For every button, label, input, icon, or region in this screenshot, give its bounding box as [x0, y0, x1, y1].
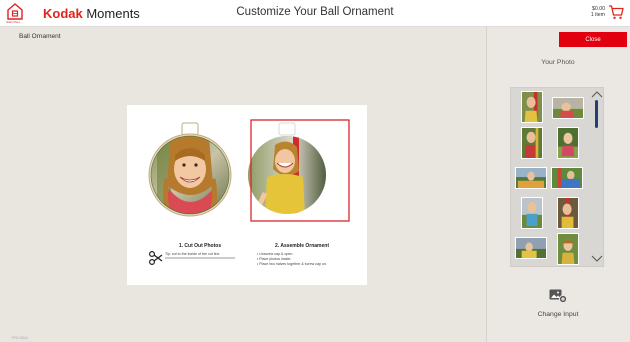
- brand-logo: Kodak Moments: [43, 6, 140, 21]
- cutout-photo-right: [248, 119, 350, 222]
- photo-thumbnail[interactable]: [552, 97, 584, 119]
- gallery-scrollbar-thumb[interactable]: [595, 100, 598, 128]
- photo-thumbnail[interactable]: [551, 167, 583, 189]
- home-icon: [7, 3, 23, 20]
- cart-item-count: 1 item: [590, 12, 605, 18]
- change-input-button[interactable]: Change Input: [487, 289, 629, 318]
- your-photo-heading: Your Photo: [541, 59, 575, 66]
- step2-line-1: • Unscrew cap & open.: [257, 252, 294, 256]
- product-code: PRV-0644: [12, 336, 28, 340]
- step1-tip: Tip: cut to the inside of the cut line.: [165, 252, 221, 256]
- ornament-template-artwork: [148, 119, 350, 266]
- add-image-icon: [549, 289, 567, 303]
- photo-thumbnail[interactable]: [557, 197, 579, 229]
- photo-gallery[interactable]: [510, 87, 604, 267]
- photo-thumbnail[interactable]: [521, 91, 543, 123]
- photo-thumbnail[interactable]: [521, 127, 543, 159]
- step2-line-2: • Place photos inside.: [257, 257, 292, 261]
- photo-thumbnail[interactable]: [515, 237, 547, 259]
- step2-line-3: • Place two halves together & screw cap …: [257, 262, 327, 266]
- chevron-up-icon[interactable]: [591, 90, 603, 98]
- photo-thumbnail[interactable]: [557, 127, 579, 159]
- scissors-icon: [148, 250, 163, 266]
- change-input-label: Change Input: [537, 311, 579, 318]
- cart-summary: $0.00 1 item: [591, 6, 605, 18]
- breadcrumb: Ball Ornament: [19, 33, 61, 40]
- app-header: Start Over Kodak Moments Customize Your …: [0, 0, 630, 27]
- photo-thumbnail[interactable]: [521, 197, 543, 229]
- step2-title: 2. Assemble Ornament: [274, 243, 329, 249]
- cutout-photo-left: [148, 122, 232, 217]
- photo-panel: Close Your Photo Change Input: [486, 27, 630, 342]
- step1-title: 1. Cut Out Photos: [178, 243, 222, 249]
- cart-icon: [609, 5, 624, 19]
- start-over-label: Start Over: [6, 20, 20, 24]
- photo-thumbnail[interactable]: [557, 233, 579, 265]
- cart-button[interactable]: $0.00 1 item: [591, 4, 624, 20]
- chevron-down-icon[interactable]: [591, 255, 603, 263]
- close-button[interactable]: Close: [559, 32, 627, 47]
- photo-thumbnail[interactable]: [515, 167, 547, 189]
- brand-name-bold: Kodak: [43, 6, 83, 21]
- ornament-template-sheet: 1. Cut Out Photos Tip: cut to the inside…: [127, 105, 367, 285]
- brand-name-rest: Moments: [82, 6, 140, 21]
